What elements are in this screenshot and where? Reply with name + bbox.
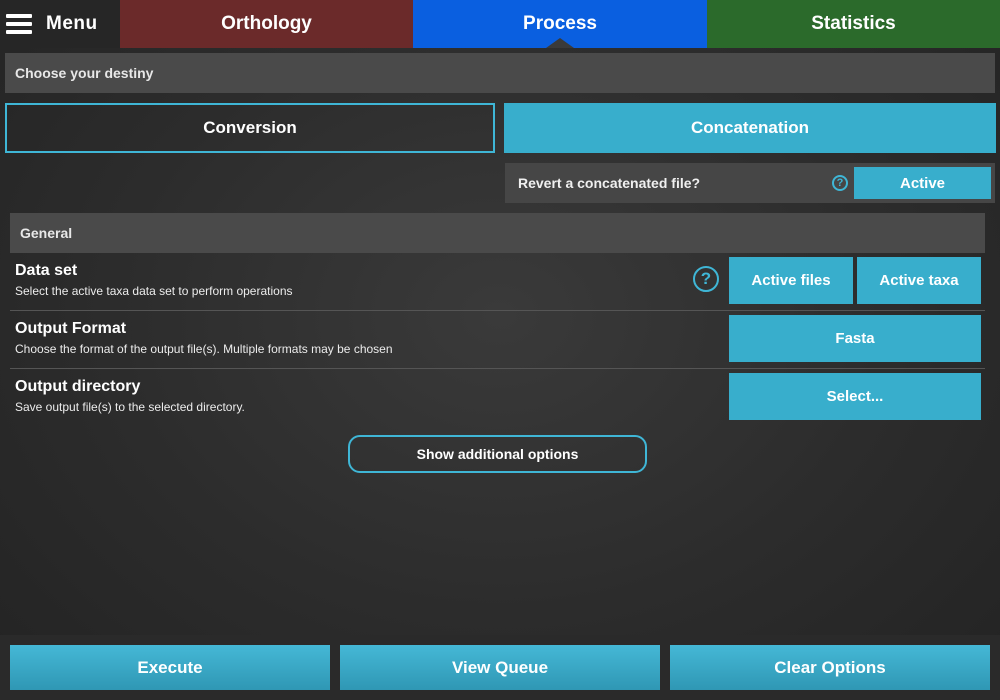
revert-active-toggle[interactable]: Active	[854, 167, 991, 199]
output-format-title: Output Format	[15, 320, 127, 337]
data-set-help-icon[interactable]: ?	[693, 266, 719, 292]
tab-statistics[interactable]: Statistics	[707, 0, 1000, 48]
clear-options-button[interactable]: Clear Options	[670, 645, 990, 690]
output-format-description: Choose the format of the output file(s).…	[15, 342, 393, 356]
execute-button[interactable]: Execute	[10, 645, 330, 690]
output-directory-description: Save output file(s) to the selected dire…	[15, 400, 245, 414]
active-tab-caret	[546, 38, 574, 48]
tab-statistics-label: Statistics	[811, 13, 896, 34]
output-directory-select-button[interactable]: Select...	[729, 373, 981, 420]
general-header: General	[10, 213, 985, 253]
menu-button[interactable]: Menu	[0, 0, 120, 48]
active-taxa-button[interactable]: Active taxa	[857, 257, 981, 304]
revert-help-icon[interactable]: ?	[832, 175, 848, 191]
output-format-button[interactable]: Fasta	[729, 315, 981, 362]
concatenation-button[interactable]: Concatenation	[504, 103, 996, 153]
destiny-header: Choose your destiny	[5, 53, 995, 93]
hamburger-icon	[6, 14, 32, 34]
data-set-description: Select the active taxa data set to perfo…	[15, 284, 293, 298]
conversion-button[interactable]: Conversion	[5, 103, 495, 153]
show-additional-options-button[interactable]: Show additional options	[348, 435, 647, 473]
view-queue-button[interactable]: View Queue	[340, 645, 660, 690]
tab-process[interactable]: Process	[413, 0, 707, 48]
tab-orthology-label: Orthology	[221, 13, 312, 34]
top-navigation: Menu Orthology Process Statistics	[0, 0, 1000, 48]
menu-label: Menu	[46, 13, 98, 34]
active-files-button[interactable]: Active files	[729, 257, 853, 304]
output-directory-title: Output directory	[15, 378, 141, 395]
data-set-title: Data set	[15, 262, 78, 279]
tab-orthology[interactable]: Orthology	[120, 0, 413, 48]
tab-process-label: Process	[523, 13, 597, 34]
revert-label: Revert a concatenated file?	[518, 175, 701, 191]
